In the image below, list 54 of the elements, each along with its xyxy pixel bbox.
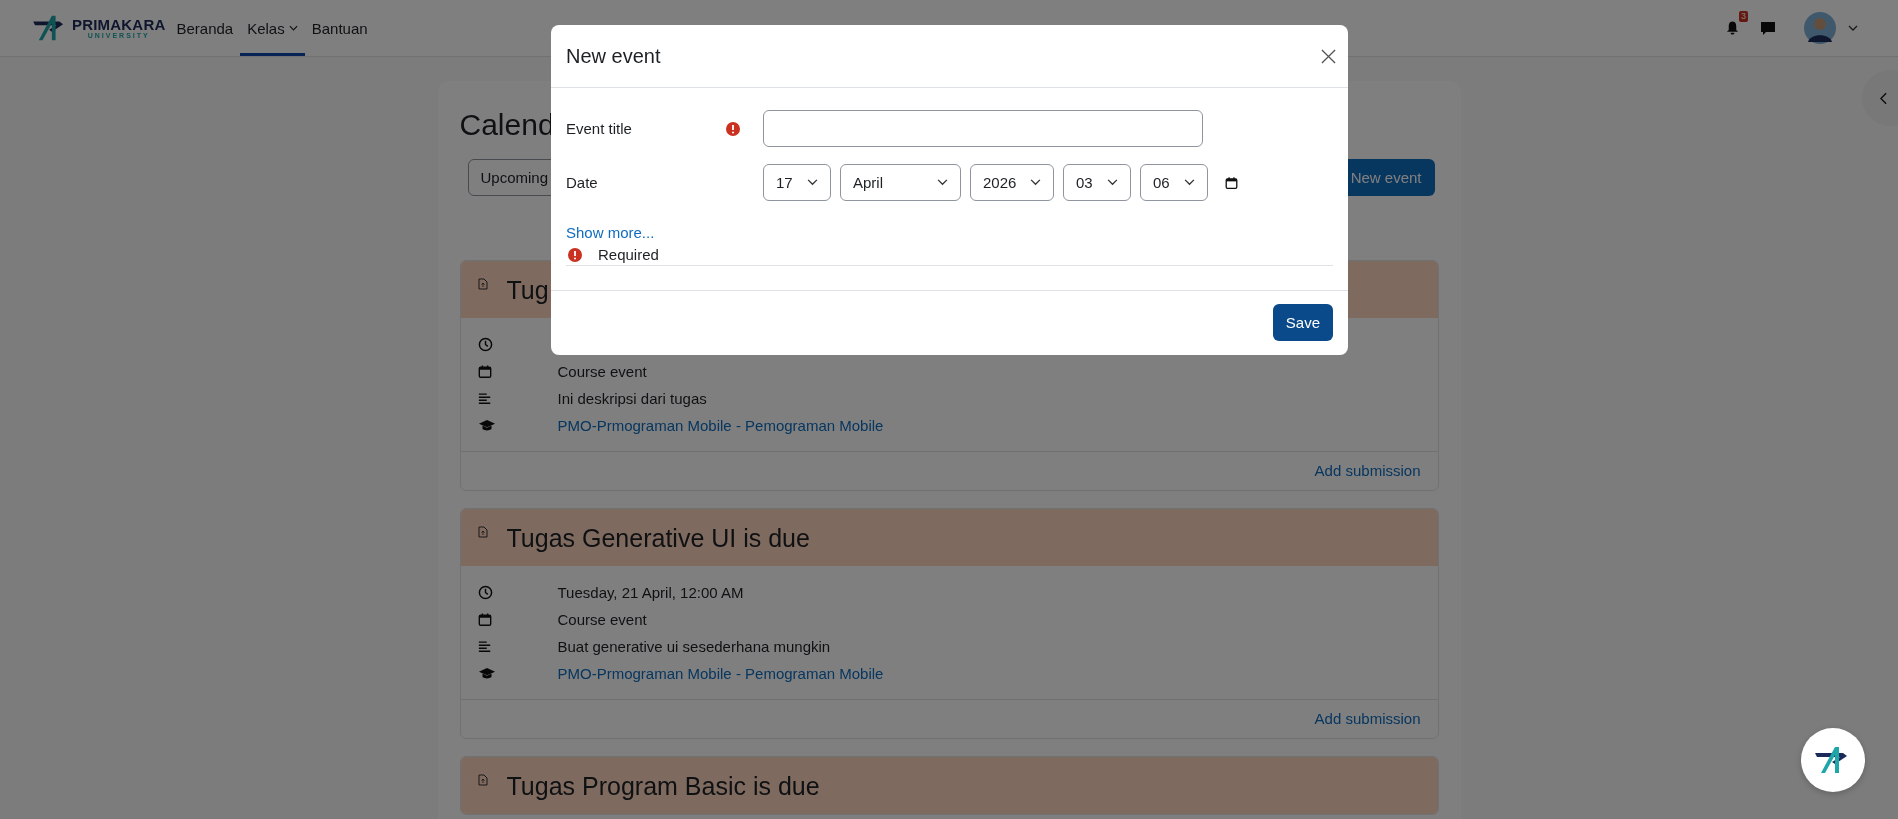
save-button[interactable]: Save <box>1272 304 1333 341</box>
add-submission-link[interactable]: Add submission <box>1314 710 1421 727</box>
date-select[interactable]: April <box>840 164 961 201</box>
required-note: Required <box>598 246 659 263</box>
caret-icon[interactable] <box>1848 25 1858 31</box>
file-icon <box>477 278 488 290</box>
caret-icon <box>1030 179 1041 186</box>
event-detail: Tuesday, 21 April, 12:00 AM <box>557 583 744 601</box>
event-detail: Ini deskripsi dari tugas <box>557 389 707 407</box>
caret-icon <box>1107 179 1118 186</box>
caret-icon <box>807 179 818 186</box>
show-more-link[interactable]: Show more... <box>566 224 655 241</box>
event-detail: Buat generative ui sesederhana mungkin <box>557 637 831 655</box>
logo-name: PRIMAKARA <box>72 17 166 32</box>
date-select[interactable]: 17 <box>763 164 831 201</box>
nav-link[interactable]: Kelas <box>240 0 305 56</box>
calendar-icon[interactable] <box>1225 175 1238 190</box>
graduation-cap-icon <box>477 418 496 432</box>
required-icon <box>568 247 582 262</box>
calendar-icon <box>477 611 492 627</box>
file-icon <box>477 774 488 786</box>
graduation-cap-icon <box>477 666 496 680</box>
event-title: Tug <box>506 275 549 305</box>
event-title-input[interactable] <box>763 110 1203 147</box>
caret-icon <box>1184 179 1195 186</box>
help-logo-button[interactable] <box>1801 728 1865 792</box>
add-submission-link[interactable]: Add submission <box>1314 462 1421 479</box>
date-select[interactable]: 06 <box>1140 164 1208 201</box>
notification-badge: 3 <box>1739 11 1748 22</box>
course-link[interactable]: PMO-Prmograman Mobile - Pemograman Mobile <box>557 664 884 682</box>
field-label: Event title <box>566 120 633 137</box>
file-icon <box>477 526 488 538</box>
event-detail: Course event <box>557 610 647 628</box>
clock-icon <box>477 584 493 600</box>
nav-link[interactable]: Beranda <box>169 0 241 56</box>
dialog-title: New event <box>566 44 661 68</box>
nav-link[interactable]: Bantuan <box>304 0 375 56</box>
bell-icon[interactable] <box>1725 20 1740 36</box>
calendar-icon <box>477 363 492 379</box>
event-detail: Course event <box>557 362 647 380</box>
avatar[interactable] <box>1804 12 1836 44</box>
course-link[interactable]: PMO-Prmograman Mobile - Pemograman Mobile <box>557 416 884 434</box>
caret-icon <box>937 179 948 186</box>
date-select[interactable]: 2026 <box>970 164 1054 201</box>
field-label: Date <box>566 174 599 191</box>
event-title: Tugas Generative UI is due <box>506 523 810 553</box>
chat-icon[interactable] <box>1760 20 1776 36</box>
close-icon[interactable] <box>1321 48 1336 64</box>
date-select[interactable]: 03 <box>1063 164 1131 201</box>
text-lines-icon <box>477 391 492 405</box>
text-lines-icon <box>477 639 492 653</box>
chevron-left-icon <box>1880 91 1887 105</box>
clock-icon <box>477 336 493 352</box>
event-title: Tugas Program Basic is due <box>506 771 820 801</box>
